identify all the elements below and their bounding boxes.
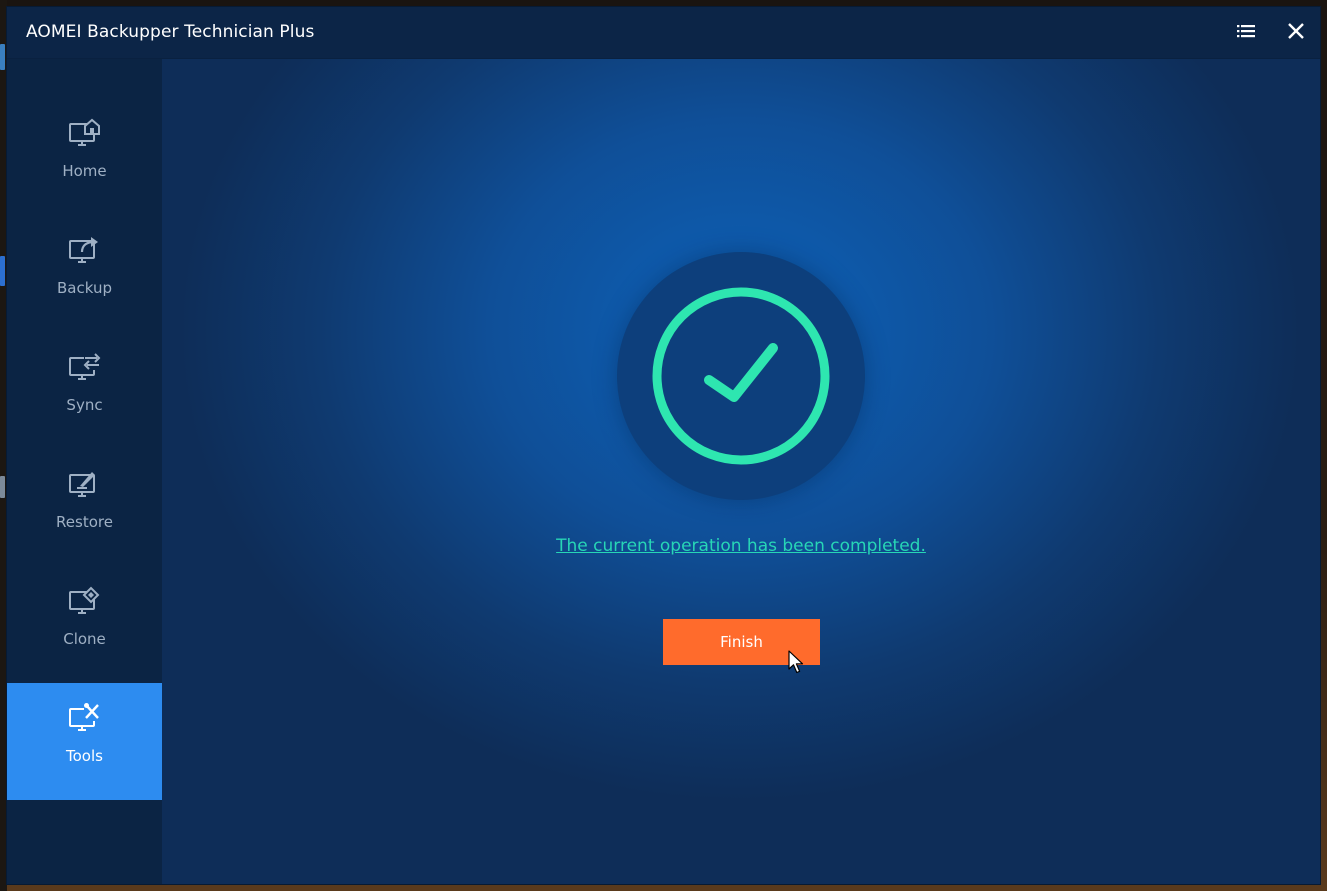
monitor-home-icon <box>68 116 102 150</box>
sidebar-item-backup[interactable]: Backup <box>7 215 162 332</box>
monitor-clone-icon <box>68 584 102 618</box>
desktop-icon <box>0 44 5 70</box>
sidebar-item-sync[interactable]: Sync <box>7 332 162 449</box>
desktop-icon <box>0 256 5 286</box>
sidebar-item-tools[interactable]: Tools <box>7 683 162 800</box>
success-check-icon <box>652 287 830 465</box>
main-content: The current operation has been completed… <box>162 59 1320 884</box>
sidebar-item-label: Clone <box>63 630 106 648</box>
desktop-icon <box>0 476 5 498</box>
window-title: AOMEI Backupper Technician Plus <box>26 22 315 42</box>
sidebar-item-restore[interactable]: Restore <box>7 449 162 566</box>
sidebar-item-label: Sync <box>66 396 103 414</box>
sidebar-item-label: Backup <box>57 279 112 297</box>
status-message-link[interactable]: The current operation has been completed… <box>556 536 926 556</box>
monitor-tools-icon <box>68 701 102 735</box>
desktop-background <box>0 0 7 891</box>
menu-button[interactable] <box>1231 18 1261 48</box>
monitor-sync-icon <box>68 350 102 384</box>
sidebar-item-clone[interactable]: Clone <box>7 566 162 683</box>
sidebar-item-label: Tools <box>66 747 103 765</box>
finish-button[interactable]: Finish <box>663 619 820 665</box>
sidebar-item-home[interactable]: Home <box>7 98 162 215</box>
app-window: AOMEI Backupper Technician Plus Home Bac… <box>7 7 1320 884</box>
title-bar: AOMEI Backupper Technician Plus <box>7 7 1320 59</box>
close-button[interactable] <box>1281 18 1311 48</box>
sidebar-item-label: Restore <box>56 513 113 531</box>
list-menu-icon <box>1236 23 1256 43</box>
monitor-backup-icon <box>68 233 102 267</box>
status-panel <box>617 252 865 500</box>
sidebar-item-label: Home <box>62 162 107 180</box>
sidebar: Home Backup Sync Restore Clone Tools <box>7 59 162 884</box>
close-icon <box>1287 22 1305 44</box>
status-message-row: The current operation has been completed… <box>162 536 1320 556</box>
monitor-restore-icon <box>68 467 102 501</box>
